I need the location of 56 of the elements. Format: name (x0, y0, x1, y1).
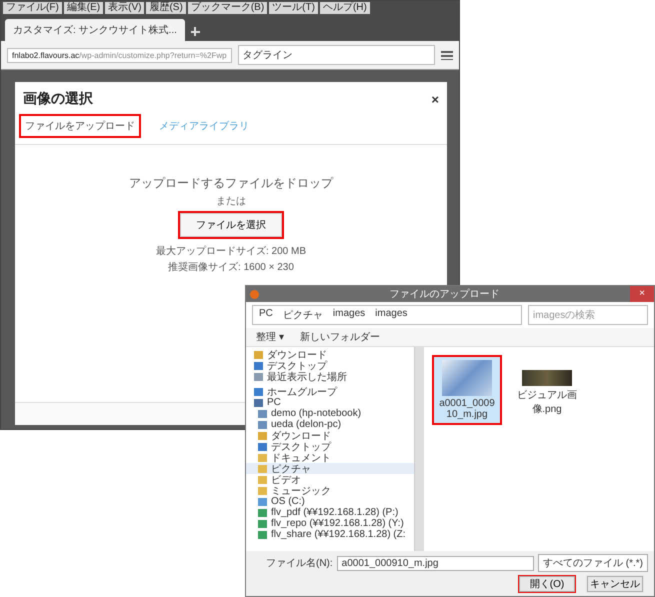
menu-item[interactable]: ヘルプ(H) (320, 2, 370, 14)
close-button[interactable]: × (431, 92, 439, 106)
nav-item[interactable]: デスクトップ (246, 441, 414, 452)
breadcrumb-item[interactable]: images (332, 308, 366, 322)
dialog-button[interactable]: 開く(O) (518, 575, 576, 593)
modal-title: 画像の選択 (23, 90, 93, 108)
select-file-button[interactable]: ファイルを選択 (178, 211, 284, 239)
menu-item[interactable]: ブックマーク(B) (188, 2, 268, 14)
filename-label: ファイル名(N): (266, 557, 333, 570)
nav-item[interactable]: デスクトップ (246, 360, 414, 371)
scrollbar[interactable] (414, 347, 424, 551)
browser-tab[interactable]: カスタマイズ: サンクウサイト株式... (5, 19, 185, 41)
nav-item[interactable]: ピクチャ (246, 463, 414, 474)
upload-note: 最大アップロードサイズ: 200 MB (156, 244, 306, 258)
nav-item[interactable]: ueda (delon-pc) (246, 419, 414, 430)
nav-item[interactable]: flv_pdf (¥¥192.168.1.28) (P:) (246, 507, 414, 518)
filename-field[interactable]: a0001_000910_m.jpg (336, 556, 534, 570)
nav-item[interactable]: ドキュメント (246, 452, 414, 463)
nav-item[interactable]: flv_repo (¥¥192.168.1.28) (Y:) (246, 518, 414, 529)
menu-item[interactable]: 履歴(S) (146, 2, 186, 14)
menu-item[interactable]: 表示(V) (105, 2, 144, 14)
menu-item[interactable]: ファイル(F) (3, 2, 62, 14)
nav-item[interactable]: flv_share (¥¥192.168.1.28) (Z: (246, 529, 414, 540)
toolbar-button[interactable]: 整理 ▾ (256, 330, 284, 344)
dialog-title: ファイルのアップロード (388, 288, 500, 301)
file-type-dropdown[interactable]: すべてのファイル (*.*) (538, 554, 648, 572)
address-bar[interactable]: fnlabo2.flavours.ac/wp-admin/customize.php?return=%2Fwp (7, 48, 232, 62)
breadcrumb-item[interactable]: images (375, 308, 408, 322)
drop-text: アップロードするファイルをドロップ (129, 175, 333, 192)
breadcrumb-bar[interactable]: PC ピクチャ images images (252, 305, 522, 325)
menu-icon[interactable] (441, 50, 453, 60)
nav-item[interactable]: ミュージック (246, 485, 414, 496)
file-item[interactable]: a0001_000910_m.jpg (432, 355, 502, 425)
app-icon (250, 290, 259, 298)
nav-item[interactable]: 最近表示した場所 (246, 371, 414, 382)
menu-item[interactable]: 編集(E) (64, 2, 104, 14)
toolbar-button[interactable]: 新しいフォルダー (300, 330, 380, 344)
file-item[interactable]: ビジュアル画像.png (512, 355, 582, 421)
close-button[interactable]: × (630, 286, 654, 302)
dialog-button[interactable]: キャンセル (586, 575, 644, 593)
nav-item[interactable]: demo (hp-notebook) (246, 408, 414, 419)
search-field[interactable]: タグライン (238, 45, 435, 65)
nav-item[interactable]: ダウンロード (246, 349, 414, 360)
nav-item[interactable]: ビデオ (246, 474, 414, 485)
breadcrumb-item[interactable]: ピクチャ (282, 308, 323, 322)
menu-item[interactable]: ツール(T) (269, 2, 318, 14)
modal-tab[interactable]: ファイルをアップロード (19, 114, 141, 138)
breadcrumb-item[interactable]: PC (259, 308, 273, 322)
upload-note: 推奨画像サイズ: 1600 × 230 (168, 260, 294, 274)
image-thumbnail (522, 370, 572, 386)
nav-item[interactable]: ホームグループ (246, 386, 414, 397)
nav-item[interactable]: PC (246, 397, 414, 408)
nav-item[interactable]: ダウンロード (246, 430, 414, 441)
image-thumbnail (442, 360, 492, 396)
nav-item[interactable]: OS (C:) (246, 496, 414, 507)
or-text: または (216, 195, 246, 208)
